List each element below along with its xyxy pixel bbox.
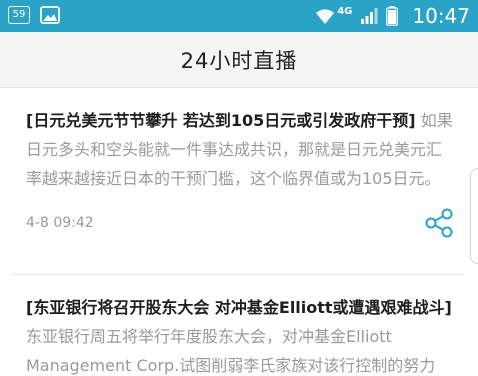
status-bar: 59 4G 10:47: [0, 0, 478, 32]
battery-icon: [386, 6, 399, 26]
news-meta-row: 4-8 09:42: [26, 205, 454, 245]
network-type-label: 4G: [337, 5, 353, 17]
status-bar-left: 59: [8, 6, 60, 24]
page-title: 24小时直播: [180, 48, 298, 73]
news-summary: 东亚银行周五将举行年度股东大会，对冲基金Elliott Management C…: [26, 327, 436, 375]
news-headline[interactable]: [东亚银行将召开股东大会 对冲基金Elliott或遭遇艰难战斗]: [26, 298, 452, 317]
news-timestamp: 4-8 09:42: [26, 215, 94, 231]
clock: 10:47: [412, 4, 470, 28]
feed-divider: [12, 274, 464, 275]
notification-count-badge[interactable]: 59: [8, 6, 30, 24]
share-icon[interactable]: [424, 207, 454, 239]
gallery-icon[interactable]: [40, 6, 60, 24]
news-item-text: [东亚银行将召开股东大会 对冲基金Elliott或遭遇艰难战斗] 东亚银行周五将…: [26, 293, 454, 376]
news-headline[interactable]: [日元兑美元节节攀升 若达到105日元或引发政府干预]: [26, 111, 416, 130]
news-item[interactable]: [日元兑美元节节攀升 若达到105日元或引发政府干预] 如果日元多头和空头能就一…: [26, 106, 454, 245]
news-item-text: [日元兑美元节节攀升 若达到105日元或引发政府干预] 如果日元多头和空头能就一…: [26, 106, 454, 193]
status-bar-right: 4G 10:47: [315, 0, 470, 32]
news-item[interactable]: [东亚银行将召开股东大会 对冲基金Elliott或遭遇艰难战斗] 东亚银行周五将…: [26, 293, 454, 376]
signal-icon: [361, 8, 378, 24]
app-header: 24小时直播: [0, 32, 478, 88]
news-feed[interactable]: [日元兑美元节节攀升 若达到105日元或引发政府干预] 如果日元多头和空头能就一…: [0, 88, 478, 376]
wifi-icon: [316, 9, 335, 24]
edge-panel-handle[interactable]: [470, 168, 478, 264]
